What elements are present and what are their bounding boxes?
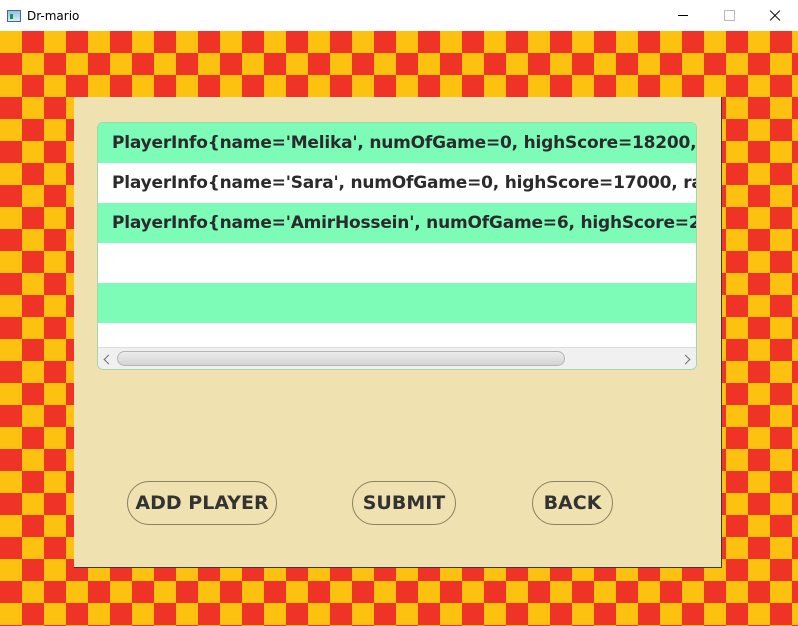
list-item[interactable]: PlayerInfo{name='Melika', numOfGame=0, h… xyxy=(98,123,696,163)
scroll-right-icon[interactable] xyxy=(682,353,692,365)
minimize-button[interactable] xyxy=(660,0,706,31)
app-window: Dr-mario PlayerInfo{name='Melika', numOf… xyxy=(0,0,798,626)
list-item[interactable] xyxy=(98,243,696,283)
list-item[interactable] xyxy=(98,323,696,347)
back-button[interactable]: BACK xyxy=(532,481,613,525)
close-button[interactable] xyxy=(752,0,798,31)
list-item-label: PlayerInfo{name='Melika', numOfGame=0, h… xyxy=(112,133,696,153)
list-item[interactable]: PlayerInfo{name='Sara', numOfGame=0, hig… xyxy=(98,163,696,203)
list-item-label: PlayerInfo{name='AmirHossein', numOfGame… xyxy=(112,213,696,233)
app-icon xyxy=(7,9,21,22)
maximize-button[interactable] xyxy=(706,0,752,31)
player-list-rows: PlayerInfo{name='Melika', numOfGame=0, h… xyxy=(98,123,696,347)
scroll-left-icon[interactable] xyxy=(102,353,112,365)
title-bar[interactable]: Dr-mario xyxy=(0,0,798,31)
player-list[interactable]: PlayerInfo{name='Melika', numOfGame=0, h… xyxy=(97,122,697,370)
window-controls xyxy=(660,0,798,31)
scrollbar-thumb[interactable] xyxy=(117,351,565,366)
horizontal-scrollbar[interactable] xyxy=(98,347,696,369)
list-item-label: PlayerInfo{name='Sara', numOfGame=0, hig… xyxy=(112,173,696,193)
submit-button[interactable]: SUBMIT xyxy=(352,481,456,525)
window-title: Dr-mario xyxy=(27,8,80,23)
list-item[interactable] xyxy=(98,283,696,323)
list-item[interactable]: PlayerInfo{name='AmirHossein', numOfGame… xyxy=(98,203,696,243)
add-player-button[interactable]: ADD PLAYER xyxy=(127,481,277,525)
